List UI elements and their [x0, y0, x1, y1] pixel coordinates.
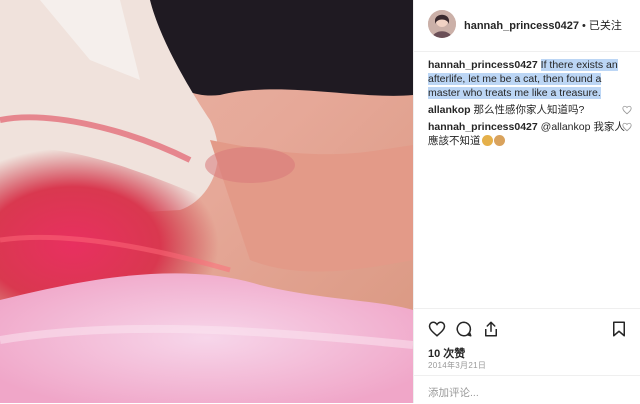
post-date: 2014年3月21日: [428, 361, 487, 370]
photo-image: [0, 0, 413, 403]
post-actions: 10 次赞 2014年3月21日 添加评论...: [414, 308, 640, 403]
comment-username[interactable]: hannah_princess0427: [428, 121, 538, 133]
monkey-emoji-icon: [481, 135, 493, 146]
follow-status[interactable]: • 已关注: [582, 20, 622, 32]
share-icon[interactable]: [482, 320, 500, 338]
bookmark-icon[interactable]: [610, 320, 628, 338]
caption: hannah_princess0427 If there exists an a…: [428, 58, 628, 100]
comment-text: 那么性感你家人知道吗?: [473, 104, 585, 116]
avatar[interactable]: [428, 10, 456, 38]
comment-heart-icon[interactable]: [622, 122, 632, 132]
likes-count[interactable]: 10 次赞: [428, 345, 465, 361]
avatar-image: [428, 10, 456, 38]
comment-row: hannah_princess0427 @allankop 我家人應該不知道: [428, 120, 632, 148]
caption-username[interactable]: hannah_princess0427: [428, 59, 538, 71]
header-username[interactable]: hannah_princess0427: [464, 20, 579, 32]
post-sidebar: hannah_princess0427 • 已关注 hannah_princes…: [413, 0, 640, 403]
add-comment-placeholder: 添加评论...: [428, 387, 479, 399]
comment-icon[interactable]: [455, 320, 473, 338]
comment-row: allankop 那么性感你家人知道吗?: [428, 103, 632, 117]
post-photo[interactable]: [0, 0, 413, 403]
add-comment-field[interactable]: 添加评论...: [414, 375, 640, 404]
comment-heart-icon[interactable]: [622, 105, 632, 115]
heart-icon[interactable]: [428, 320, 446, 338]
monkey-emoji-icon: [493, 135, 505, 146]
post-header: hannah_princess0427 • 已关注: [414, 0, 640, 52]
comment-username[interactable]: allankop: [428, 104, 471, 116]
comments-list: hannah_princess0427 If there exists an a…: [428, 58, 632, 148]
